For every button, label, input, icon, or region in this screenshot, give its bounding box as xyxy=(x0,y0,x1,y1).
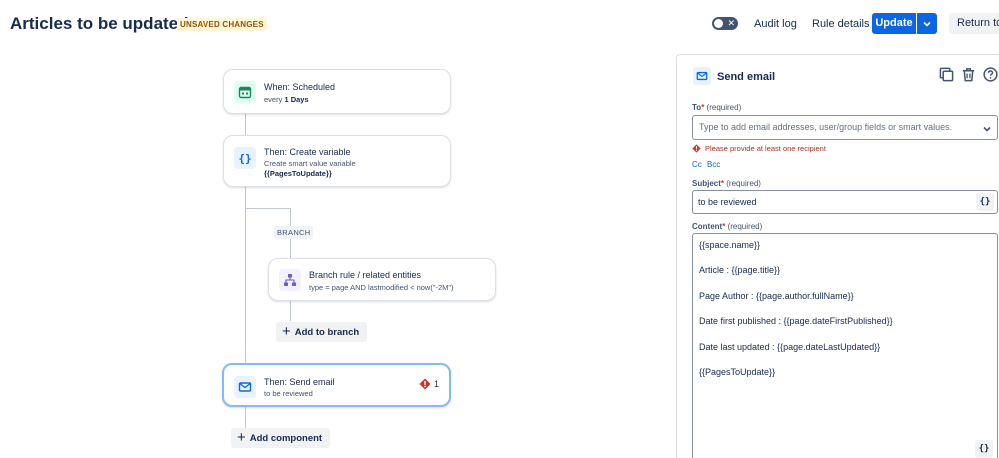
unsaved-changes-badge: UNSAVED CHANGES xyxy=(177,18,267,31)
error-count: 1 xyxy=(433,379,439,389)
rule-enabled-toggle[interactable]: ✕ xyxy=(712,17,738,30)
content-line: Article : {{page.title}} xyxy=(699,265,781,275)
send-email-subtitle: to be reviewed xyxy=(264,389,313,398)
branch-rule-subtitle: type = page AND lastmodified < now("-2M"… xyxy=(309,283,454,292)
add-to-branch-label: Add to branch xyxy=(294,326,360,338)
add-component-button[interactable]: + Add component xyxy=(231,428,331,448)
smart-values-button[interactable]: {} xyxy=(976,193,994,211)
to-field-label: To* (required) xyxy=(692,103,742,112)
connector xyxy=(245,407,246,429)
branch-rule-title: Branch rule / related entities xyxy=(309,270,422,280)
send-email-card[interactable]: Then: Send email to be reviewed 1 xyxy=(222,363,451,407)
content-field-label: Content* (required) xyxy=(692,222,763,231)
trigger-card[interactable]: When: Scheduled every 1 Days xyxy=(223,69,451,114)
create-variable-title: Then: Create variable xyxy=(264,147,351,157)
content-textarea[interactable]: {{space.name}} Article : {{page.title}} … xyxy=(692,233,998,458)
plus-icon: + xyxy=(282,323,291,340)
rule-canvas: When: Scheduled every 1 Days {} Then: Cr… xyxy=(0,50,676,458)
create-variable-card[interactable]: {} Then: Create variable Create smart va… xyxy=(223,135,451,187)
cc-link[interactable]: Cc xyxy=(692,160,702,169)
chevron-down-icon xyxy=(983,126,991,132)
add-to-branch-button[interactable]: + Add to branch xyxy=(276,322,368,342)
trigger-subtitle: every 1 Days xyxy=(264,95,309,104)
content-line: Page Author : {{page.author.fullName}} xyxy=(699,291,854,301)
rule-details-link[interactable]: Rule details xyxy=(812,18,869,30)
subject-field-label: Subject* (required) xyxy=(692,179,761,188)
panel-title: Send email xyxy=(717,71,776,83)
connector xyxy=(245,114,246,135)
subject-value: to be reviewed xyxy=(698,197,757,207)
create-variable-value: {{PagesToUpdate}} xyxy=(264,169,332,178)
bcc-link[interactable]: Bcc xyxy=(707,160,720,169)
content-line: {{PagesToUpdate}} xyxy=(699,367,776,377)
toggle-off-icon: ✕ xyxy=(727,18,735,28)
duplicate-icon[interactable] xyxy=(939,67,954,82)
connector xyxy=(245,208,291,209)
smart-values-button[interactable]: {} xyxy=(975,440,993,458)
hierarchy-icon xyxy=(279,269,301,291)
header: Articles to be updated UNSAVED CHANGES ✕… xyxy=(0,0,999,50)
update-button[interactable]: Update xyxy=(872,13,916,34)
subject-input[interactable]: to be reviewed {} xyxy=(692,190,998,214)
content-line: {{space.name}} xyxy=(699,240,761,250)
error-icon xyxy=(419,378,431,390)
to-recipients-select[interactable]: Type to add email addresses, user/group … xyxy=(692,115,998,140)
create-variable-subtitle: Create smart value variable xyxy=(264,159,356,168)
help-icon[interactable] xyxy=(983,67,998,82)
return-button[interactable]: Return to r xyxy=(949,13,999,34)
add-component-label: Add component xyxy=(249,432,323,444)
trigger-title: When: Scheduled xyxy=(264,82,336,92)
branch-label: BRANCH xyxy=(274,226,314,239)
to-placeholder: Type to add email addresses, user/group … xyxy=(699,122,953,132)
braces-icon: {} xyxy=(234,147,256,169)
connector xyxy=(290,301,291,321)
page-title: Articles to be updated xyxy=(10,14,189,33)
component-config-panel: Send email To* (required) Type to add em… xyxy=(676,54,999,458)
trash-icon[interactable] xyxy=(961,67,976,82)
update-dropdown-button[interactable] xyxy=(917,13,937,34)
mail-icon xyxy=(234,376,256,398)
content-line: Date last updated : {{page.dateLastUpdat… xyxy=(699,342,881,352)
calendar-icon xyxy=(234,81,256,103)
branch-rule-card[interactable]: Branch rule / related entities type = pa… xyxy=(268,258,496,301)
send-email-title: Then: Send email xyxy=(264,377,335,387)
plus-icon: + xyxy=(237,429,246,446)
audit-log-link[interactable]: Audit log xyxy=(754,18,797,30)
error-indicator[interactable]: 1 xyxy=(419,378,439,390)
panel-actions xyxy=(939,67,998,82)
mail-icon xyxy=(693,67,711,85)
toggle-knob xyxy=(714,19,723,28)
error-icon xyxy=(692,144,701,153)
to-error-message: Please provide at least one recipient xyxy=(692,144,826,153)
chevron-down-icon xyxy=(923,21,931,27)
connector xyxy=(245,187,246,364)
content-line: Date first published : {{page.dateFirstP… xyxy=(699,316,893,326)
